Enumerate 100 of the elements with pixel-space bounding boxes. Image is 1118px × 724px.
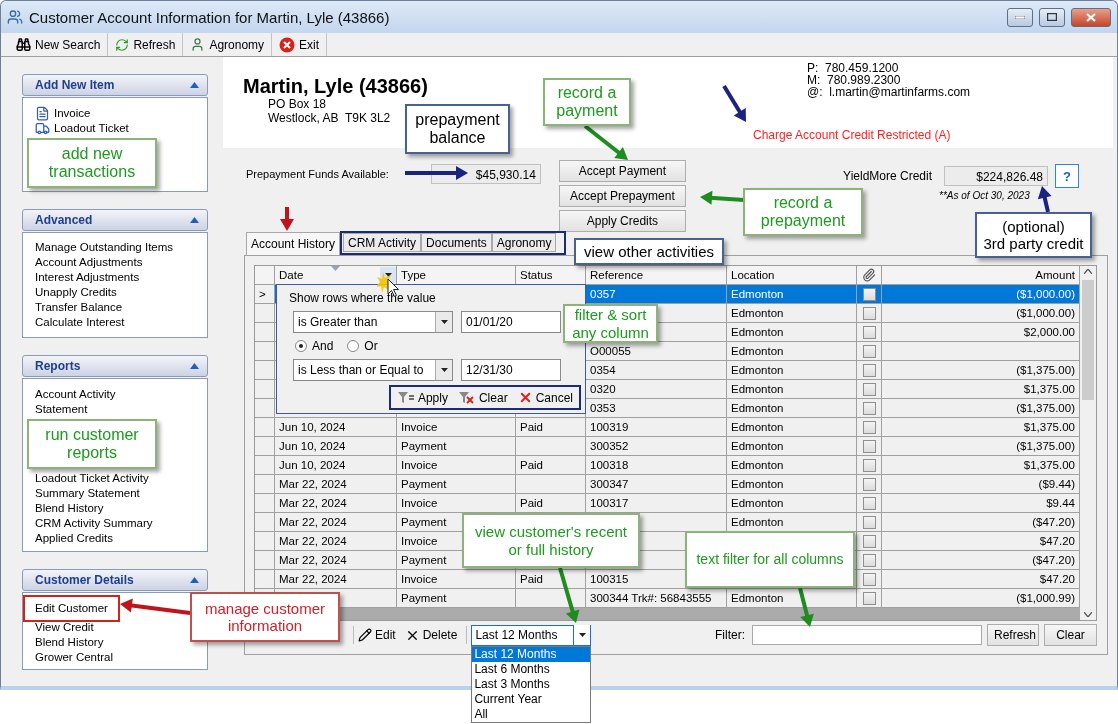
- sidebar-link[interactable]: CRM Activity Summary: [35, 516, 153, 531]
- sidebar-link[interactable]: Manage Outstanding Items: [35, 240, 174, 255]
- sidebar-link[interactable]: Grower Central: [35, 650, 113, 665]
- table-cell: 100318: [586, 456, 727, 475]
- tab[interactable]: CRM Activity: [343, 233, 422, 252]
- checkbox[interactable]: [862, 458, 876, 472]
- toolbar-button[interactable]: New Search: [9, 33, 109, 56]
- panel-header[interactable]: Reports: [22, 355, 208, 377]
- sidebar-link[interactable]: Statement: [35, 402, 88, 417]
- checkbox[interactable]: [862, 515, 876, 529]
- footer-button[interactable]: Refresh: [987, 624, 1039, 646]
- checkbox[interactable]: [862, 591, 876, 605]
- tab[interactable]: Account History: [246, 232, 341, 255]
- panel-header[interactable]: Add New Item: [22, 74, 208, 96]
- column-header[interactable]: Amount: [882, 266, 1080, 285]
- arrow: [120, 598, 191, 615]
- sidebar-link[interactable]: Blend History: [35, 635, 104, 650]
- checkbox[interactable]: [862, 496, 876, 510]
- action-button[interactable]: Accept Prepayment: [558, 185, 686, 207]
- footer-button[interactable]: Edit: [358, 628, 396, 642]
- panel-header[interactable]: Advanced: [22, 209, 208, 231]
- sidebar-link[interactable]: Account Adjustments: [35, 255, 143, 270]
- checkbox[interactable]: [862, 534, 876, 548]
- sidebar-link[interactable]: Account Activity: [35, 387, 116, 402]
- checkbox[interactable]: [862, 420, 876, 434]
- table-cell: $9.44: [882, 494, 1080, 513]
- footer-button[interactable]: Delete: [404, 627, 458, 643]
- maximize-button[interactable]: [1039, 7, 1065, 27]
- arrow: [405, 166, 468, 180]
- toolbar-button[interactable]: Agronomy: [183, 33, 273, 56]
- table-cell: Jun 10, 2024: [275, 418, 397, 437]
- sidebar-link[interactable]: Summary Statement: [35, 486, 140, 501]
- pencil-icon: [358, 628, 372, 642]
- checkbox[interactable]: [862, 439, 876, 453]
- radio-option[interactable]: And: [295, 339, 334, 353]
- sidebar-link[interactable]: Edit Customer: [23, 595, 120, 622]
- popup-button[interactable]: Clear: [457, 390, 508, 405]
- table-cell: Mar 22, 2024: [275, 570, 397, 589]
- sidebar-link[interactable]: Blend History: [35, 501, 104, 516]
- checkbox[interactable]: [862, 401, 876, 415]
- table-cell: ($9.44): [882, 475, 1080, 494]
- table-cell: ($1,375.00): [882, 437, 1080, 456]
- sidebar-link[interactable]: Unapply Credits: [35, 285, 117, 300]
- sidebar-link[interactable]: Applied Credits: [35, 531, 113, 546]
- dropdown-option[interactable]: Last 12 Months: [472, 646, 591, 662]
- sidebar-link[interactable]: Calculate Interest: [35, 315, 125, 330]
- checkbox[interactable]: [862, 572, 876, 586]
- sidebar-link[interactable]: Invoice: [35, 106, 91, 121]
- tab[interactable]: Agronomy: [491, 233, 557, 252]
- table-cell: [516, 589, 586, 608]
- checkbox[interactable]: [862, 287, 876, 301]
- table-cell: Edmonton: [727, 418, 857, 437]
- table-cell: Edmonton: [727, 456, 857, 475]
- operator-select[interactable]: is Less than or Equal to: [293, 359, 453, 381]
- radio-button[interactable]: [347, 340, 360, 352]
- filter-field[interactable]: [752, 625, 982, 645]
- radio-option[interactable]: Or: [347, 339, 378, 353]
- checkbox[interactable]: [862, 477, 876, 491]
- table-cell: Invoice: [397, 418, 516, 437]
- panel-header[interactable]: Customer Details: [22, 569, 208, 591]
- table-cell: 300352: [586, 437, 727, 456]
- table-cell: $1,375.00: [882, 418, 1080, 437]
- sidebar-link[interactable]: Transfer Balance: [35, 300, 123, 315]
- popup-button[interactable]: Cancel: [517, 390, 573, 405]
- checkbox[interactable]: [862, 553, 876, 567]
- maximize-icon: [1047, 13, 1057, 21]
- value-field[interactable]: 12/31/30: [461, 359, 561, 381]
- checkbox[interactable]: [862, 325, 876, 339]
- popup-button[interactable]: Apply: [396, 390, 448, 405]
- column-header[interactable]: [857, 266, 882, 285]
- person-icon: [190, 37, 206, 52]
- radio-button[interactable]: [295, 340, 307, 352]
- sidebar-link[interactable]: Interest Adjustments: [35, 270, 140, 285]
- sidebar-link[interactable]: Loadout Ticket Activity: [35, 471, 149, 486]
- callout: run customer reports: [27, 419, 157, 469]
- help-button[interactable]: ?: [1055, 164, 1079, 188]
- contact-line: @: l.martin@martinfarms.com: [806, 86, 971, 98]
- column-header[interactable]: Location: [727, 266, 857, 285]
- toolbar-button[interactable]: Exit: [272, 33, 328, 56]
- action-button[interactable]: Apply Credits: [558, 210, 686, 232]
- credit-label: YieldMore Credit: [843, 169, 932, 183]
- minimize-button[interactable]: [1007, 7, 1033, 27]
- toolbar-button[interactable]: Refresh: [108, 33, 184, 56]
- range-dropdown[interactable]: Last 12 Months: [471, 624, 592, 646]
- column-header[interactable]: Reference: [586, 266, 727, 285]
- checkbox[interactable]: [862, 382, 876, 396]
- action-button[interactable]: Accept Payment: [558, 160, 686, 182]
- callout: text filter for all columns: [685, 531, 855, 588]
- address-line: Westlock, AB T9K 3L2: [268, 111, 391, 125]
- checkbox[interactable]: [862, 306, 876, 320]
- checkbox[interactable]: [862, 363, 876, 377]
- table-cell: Mar 22, 2024: [275, 513, 397, 532]
- sidebar-link[interactable]: Loadout Ticket: [35, 121, 129, 136]
- footer-button[interactable]: Clear: [1044, 624, 1097, 646]
- checkbox[interactable]: [862, 344, 876, 358]
- tab[interactable]: Documents: [421, 233, 492, 252]
- value-field[interactable]: 01/01/20: [461, 311, 561, 333]
- sidebar-link[interactable]: View Credit: [35, 620, 94, 635]
- operator-select[interactable]: is Greater than: [293, 311, 453, 333]
- close-button[interactable]: [1071, 7, 1111, 27]
